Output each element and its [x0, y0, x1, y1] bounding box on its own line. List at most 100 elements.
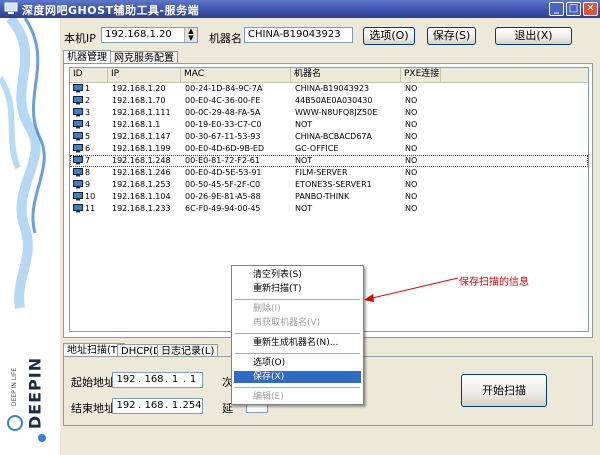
row-id: 4 [85, 120, 91, 129]
menu-refetch-name[interactable]: 再获取机器名(V) [234, 317, 361, 329]
table-row[interactable]: 5 192.168.1.147 00-30-67-11-53-93 CHINA-BCB… [70, 131, 588, 143]
spin-arrows-icon[interactable]: ▲ ▼ [184, 28, 197, 42]
tab-machine-management[interactable]: 机器管理 [63, 50, 111, 64]
computer-icon [73, 96, 83, 105]
table-row[interactable]: 4 192.168.1.1 00-19-E0-33-C7-C0 NOT NO [70, 119, 588, 131]
start-ip-octet-4[interactable]: 1 [186, 373, 200, 387]
menu-regenerate-name[interactable]: 重新生成机器名(N)... [234, 337, 361, 349]
table-row[interactable]: 10 192.168.1.104 00-26-9E-81-A5-88 PANBO-TH… [70, 191, 588, 203]
end-ip-octet-1[interactable]: 192 [115, 399, 137, 413]
row-ip: 192.168.1.246 [112, 168, 171, 177]
row-name: NOT [295, 156, 313, 165]
row-mac: 00-26-9E-81-A5-88 [185, 192, 261, 201]
row-pxe: NO [405, 132, 418, 141]
computer-icon [73, 108, 83, 117]
end-ip-octet-4[interactable]: 254 [182, 399, 202, 413]
start-ip-octet-3[interactable]: 1 [169, 373, 181, 387]
start-scan-button[interactable]: 开始扫描 [461, 374, 547, 407]
row-name: CHINA-B19043923 [295, 84, 370, 93]
menu-delete[interactable]: 删除(I) [234, 303, 361, 315]
menu-separator [235, 387, 360, 388]
table-row[interactable]: 11 192.168.1.233 6C-F0-49-94-00-45 NOT NO [70, 203, 588, 215]
row-name: 44B50AE0A030430 [295, 96, 373, 105]
row-mac: 00-0C-29-48-FA-5A [185, 108, 261, 117]
row-name: GC-OFFICE [295, 144, 339, 153]
title-bar[interactable]: 深度网吧GHOST辅助工具-服务端 _ □ ✕ [0, 0, 600, 18]
table-row[interactable]: 7 192.168.1.248 00-E0-81-72-F2-61 NOT NO [70, 155, 588, 167]
maximize-button[interactable]: □ [566, 2, 581, 16]
computer-icon [73, 84, 83, 93]
window-title: 深度网吧GHOST辅助工具-服务端 [22, 4, 200, 17]
row-id: 3 [85, 108, 91, 117]
row-mac: 00-E0-4D-5E-53-91 [185, 168, 262, 177]
row-pxe: NO [405, 96, 418, 105]
row-name: WWW-N8UFQ8JZ50E [295, 108, 378, 117]
row-ip: 192.168.1.111 [112, 108, 171, 117]
end-ip-octet-2[interactable]: 168 [143, 399, 165, 413]
header-pxe[interactable]: PXE连接 [401, 68, 441, 82]
row-pxe: NO [405, 108, 418, 117]
end-ip-field[interactable]: 192 . 168 . 1 . 254 [112, 398, 203, 414]
row-ip: 192.168.1.20 [112, 84, 166, 93]
header-mac[interactable]: MAC [181, 68, 291, 82]
start-ip-field[interactable]: 192 . 168 . 1 . 1 [112, 372, 203, 388]
start-ip-octet-2[interactable]: 168 [143, 373, 165, 387]
header-filler [441, 68, 588, 82]
table-row[interactable]: 6 192.168.1.199 00-E0-4D-6D-9B-ED GC-OFFICE… [70, 143, 588, 155]
row-pxe: NO [405, 144, 418, 153]
row-name: PANBO-THINK [295, 192, 350, 201]
exit-button[interactable]: 退出(X) [495, 27, 572, 45]
computer-icon [73, 156, 83, 165]
table-row[interactable]: 1 192.168.1.20 00-24-1D-84-9C-7A CHINA-B190… [70, 83, 588, 95]
local-ip-value: 192.168.1.20 [105, 29, 172, 40]
menu-edit[interactable]: 编辑(E) [234, 391, 361, 403]
row-mac: 6C-F0-49-94-00-45 [185, 204, 261, 213]
menu-options[interactable]: 选项(O) [234, 357, 361, 369]
row-pxe: NO [405, 204, 418, 213]
local-ip-select[interactable]: 192.168.1.20 ▲ ▼ [101, 27, 198, 43]
table-row[interactable]: 2 192.168.1.70 00-E0-4C-36-00-FE 44B50AE0A0… [70, 95, 588, 107]
start-ip-octet-1[interactable]: 192 [115, 373, 137, 387]
brand-tagline: DEEP IN LIFE [11, 367, 18, 407]
header-id[interactable]: ID [70, 68, 108, 82]
menu-clear-list[interactable]: 清空列表(S) [234, 269, 361, 281]
close-button[interactable]: ✕ [583, 2, 598, 16]
header-ip[interactable]: IP [108, 68, 181, 82]
tab-address-scan[interactable]: 地址扫描(T) [63, 343, 125, 357]
row-mac: 00-E0-4D-6D-9B-ED [185, 144, 265, 153]
table-row[interactable]: 8 192.168.1.246 00-E0-4D-5E-53-91 FILM-SERV… [70, 167, 588, 179]
row-pxe: NO [405, 180, 418, 189]
local-ip-label: 本机IP [64, 32, 96, 45]
machine-name-field[interactable]: CHINA-B19043923 [244, 27, 353, 43]
options-button[interactable]: 选项(O) [363, 27, 415, 45]
row-ip: 192.168.1.147 [112, 132, 171, 141]
row-id: 11 [85, 204, 96, 213]
computer-icon [73, 120, 83, 129]
minimize-button[interactable]: _ [549, 2, 564, 16]
menu-separator [235, 299, 360, 300]
save-button[interactable]: 保存(S) [427, 27, 476, 45]
machine-name-label: 机器名 [209, 32, 242, 45]
row-id: 6 [85, 144, 91, 153]
row-pxe: NO [405, 192, 418, 201]
table-row[interactable]: 3 192.168.1.111 00-0C-29-48-FA-5A WWW-N8UFQ… [70, 107, 588, 119]
row-id: 9 [85, 180, 91, 189]
computer-icon [73, 132, 83, 141]
row-name: NOT [295, 204, 313, 213]
row-ip: 192.168.1.199 [112, 144, 171, 153]
end-address-label: 结束地址 [71, 402, 115, 415]
menu-rescan[interactable]: 重新扫描(T) [234, 283, 361, 295]
row-name: ETONE3S-SERVER1 [295, 180, 372, 189]
row-pxe: NO [405, 168, 418, 177]
annotation-arrow [364, 277, 459, 302]
computer-icon [73, 204, 83, 213]
menu-save[interactable]: 保存(X) [234, 371, 361, 383]
computer-icon [73, 180, 83, 189]
table-row[interactable]: 9 192.168.1.253 00-50-45-5F-2F-C0 ETONE3S-S… [70, 179, 588, 191]
row-pxe: NO [405, 156, 418, 165]
header-machine-name[interactable]: 机器名 [291, 68, 401, 82]
context-menu[interactable]: 清空列表(S) 重新扫描(T) 删除(I) 再获取机器名(V) 重新生成机器名(… [231, 265, 364, 405]
row-id: 8 [85, 168, 91, 177]
row-ip: 192.168.1.248 [112, 156, 171, 165]
row-ip: 192.168.1.1 [112, 120, 161, 129]
